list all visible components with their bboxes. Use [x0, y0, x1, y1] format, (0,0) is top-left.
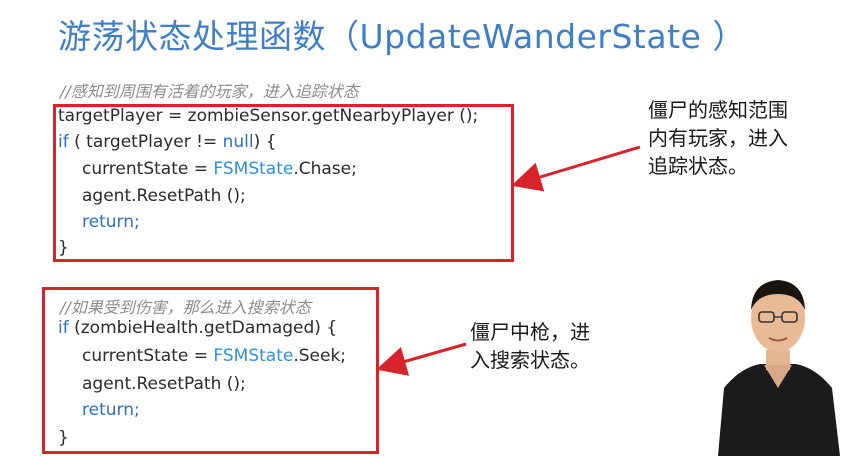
- presenter-video: [700, 268, 854, 456]
- presenter-figure: [700, 268, 854, 456]
- arrow-block2: [376, 342, 467, 376]
- arrow-block1: [511, 145, 641, 192]
